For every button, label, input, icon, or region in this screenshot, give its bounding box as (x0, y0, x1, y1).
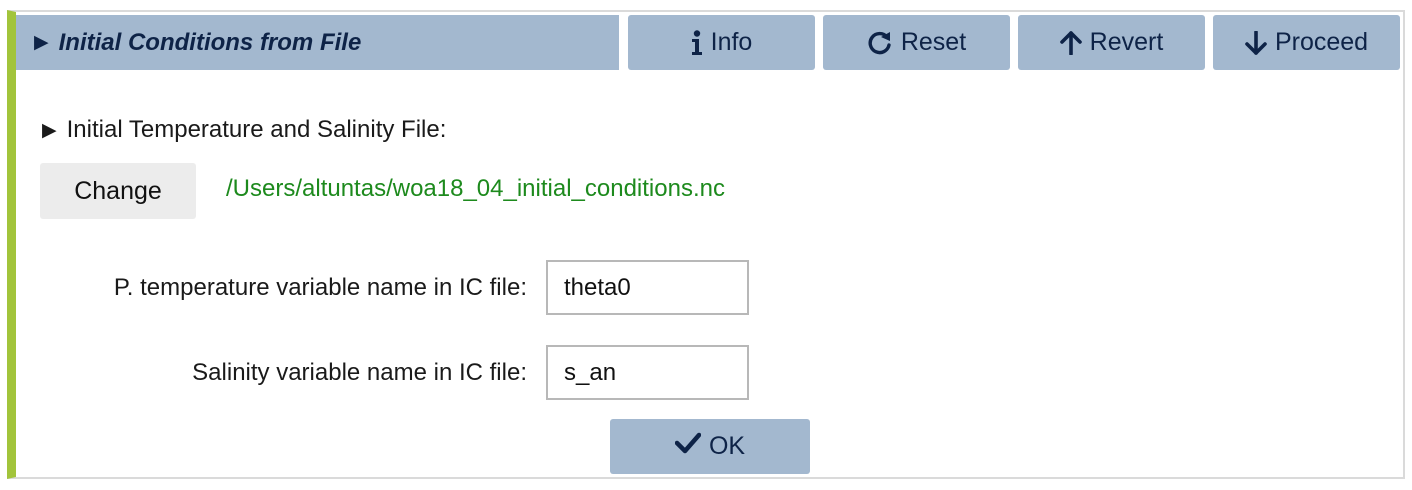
checkmark-icon (674, 432, 702, 461)
salinity-variable-label: Salinity variable name in IC file: (192, 359, 527, 386)
revert-button-label: Revert (1089, 28, 1164, 56)
reset-button[interactable]: Reset (823, 15, 1010, 70)
reset-button-label: Reset (900, 28, 967, 56)
ok-button-label: OK (708, 432, 746, 460)
proceed-button[interactable]: Proceed (1213, 15, 1400, 70)
file-section-title: Initial Temperature and Salinity File: (66, 116, 447, 143)
temperature-variable-label: P. temperature variable name in IC file: (113, 274, 527, 301)
initial-conditions-panel: ▶ Initial Conditions from File Info Rese… (7, 10, 1405, 479)
expand-triangle-icon[interactable]: ▶ (34, 31, 49, 54)
temperature-variable-input[interactable] (546, 260, 749, 315)
arrow-up-icon (1059, 30, 1082, 55)
ok-button[interactable]: OK (610, 419, 810, 474)
panel-header[interactable]: ▶ Initial Conditions from File (16, 15, 619, 70)
file-section-header[interactable]: ▶ Initial Temperature and Salinity File: (42, 116, 446, 144)
info-icon (691, 29, 703, 56)
salinity-variable-input[interactable] (546, 345, 749, 400)
proceed-button-label: Proceed (1274, 28, 1369, 56)
arrow-down-icon (1245, 30, 1267, 55)
panel-title: Initial Conditions from File (58, 28, 362, 56)
info-button[interactable]: Info (628, 15, 815, 70)
file-path-text: /Users/altuntas/woa18_04_initial_conditi… (226, 175, 725, 202)
redo-arrow-icon (867, 30, 893, 56)
expand-triangle-icon[interactable]: ▶ (42, 119, 57, 142)
change-file-button[interactable]: Change (40, 163, 196, 219)
info-button-label: Info (710, 28, 753, 56)
revert-button[interactable]: Revert (1018, 15, 1205, 70)
